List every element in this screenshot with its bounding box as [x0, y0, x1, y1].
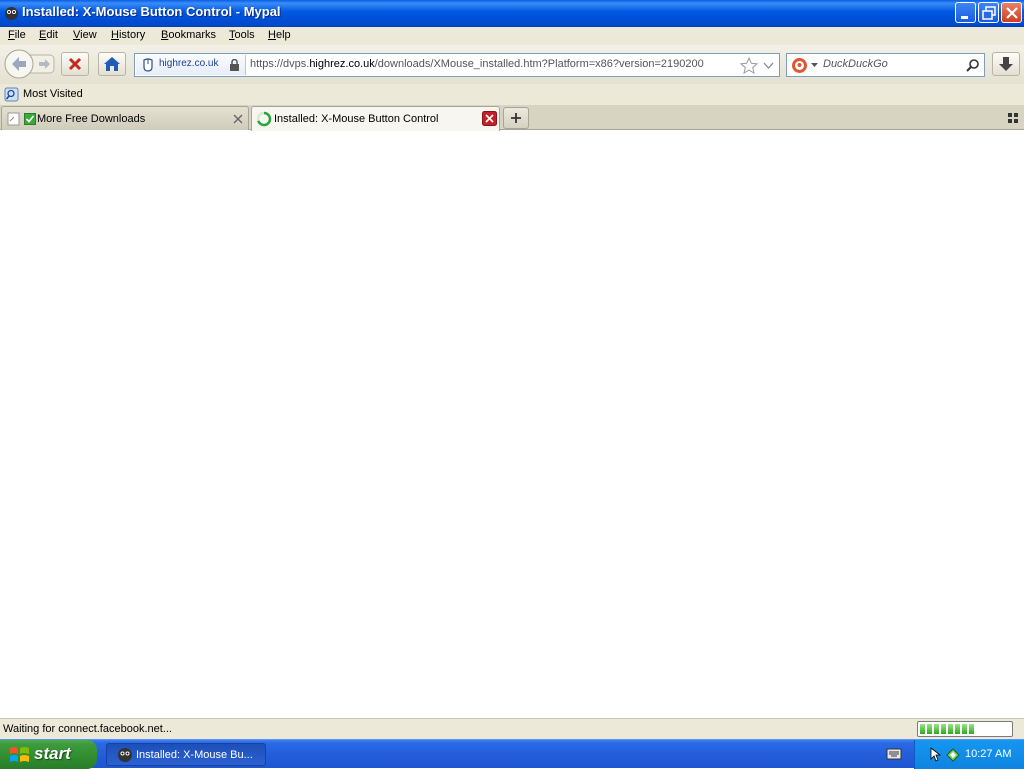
taskbar-item-mypal[interactable]: Installed: X-Mouse Bu... — [106, 743, 266, 766]
new-tab-button[interactable] — [503, 107, 529, 129]
progress-segment — [962, 724, 967, 734]
search-bar[interactable]: DuckDuckGo — [786, 53, 985, 77]
back-forward-group — [4, 49, 56, 79]
clock: 10:27 AM — [965, 748, 1012, 760]
site-identity-button[interactable]: highrez.co.uk — [136, 55, 246, 75]
progress-segment — [920, 724, 925, 734]
most-visited-icon — [4, 87, 19, 102]
menu-history[interactable]: History — [111, 29, 145, 41]
restore-button[interactable] — [978, 2, 999, 23]
forward-icon[interactable] — [38, 58, 52, 70]
tab-label: Installed: X-Mouse Button Control — [274, 113, 439, 125]
download-arrow-icon — [999, 57, 1013, 71]
bookmarks-toolbar: Most Visited — [0, 84, 1024, 105]
back-icon[interactable] — [9, 55, 29, 73]
taskbar: start Installed: X-Mouse Bu... 10:27 AM — [0, 739, 1024, 769]
windows-logo-icon — [10, 747, 29, 762]
bookmark-star-icon[interactable] — [740, 57, 758, 74]
mypal-app-icon — [118, 748, 132, 762]
url-dropdown-icon[interactable] — [763, 62, 774, 70]
menu-view[interactable]: View — [73, 29, 97, 41]
tab-close-icon[interactable] — [233, 114, 243, 124]
search-placeholder: DuckDuckGo — [823, 58, 888, 70]
network-tray-icon[interactable] — [945, 746, 961, 762]
url-bar[interactable]: highrez.co.uk https://dvps.highrez.co.uk… — [134, 53, 780, 77]
duckduckgo-engine-icon[interactable] — [791, 57, 808, 74]
loading-spinner-icon — [256, 111, 272, 127]
navigation-toolbar: highrez.co.uk https://dvps.highrez.co.uk… — [0, 45, 1024, 84]
cursor-tray-icon[interactable] — [929, 747, 943, 762]
plus-icon — [511, 113, 521, 123]
taskbar-item-label: Installed: X-Mouse Bu... — [136, 749, 253, 761]
restore-icon — [982, 6, 996, 20]
window-title: Installed: X-Mouse Button Control - Mypa… — [22, 4, 281, 19]
menu-file[interactable]: File — [8, 29, 26, 41]
tab-installed-xmouse[interactable]: Installed: X-Mouse Button Control — [251, 106, 500, 131]
menu-help[interactable]: Help — [268, 29, 291, 41]
stop-icon — [68, 57, 82, 71]
progress-segment — [955, 724, 960, 734]
search-icon[interactable] — [965, 58, 980, 73]
tab-close-icon[interactable] — [482, 111, 497, 126]
menu-bookmarks[interactable]: Bookmarks — [161, 29, 216, 41]
start-label: start — [34, 744, 71, 763]
engine-dropdown-icon[interactable] — [811, 63, 818, 68]
minimize-icon — [961, 16, 968, 19]
stop-button[interactable] — [61, 52, 89, 76]
most-visited-label: Most Visited — [23, 88, 83, 100]
list-all-tabs-icon[interactable] — [1008, 113, 1019, 124]
progress-segment — [948, 724, 953, 734]
home-button[interactable] — [98, 52, 126, 76]
close-window-button[interactable] — [1001, 2, 1022, 23]
url-text[interactable]: https://dvps.highrez.co.uk/downloads/XMo… — [250, 58, 704, 70]
progress-segment — [934, 724, 939, 734]
menu-bar: File Edit View History Bookmarks Tools H… — [0, 27, 1024, 45]
status-text: Waiting for connect.facebook.net... — [3, 723, 172, 735]
loading-progress-bar — [917, 721, 1013, 737]
title-bar: Installed: X-Mouse Button Control - Mypa… — [0, 0, 1024, 27]
downloads-button[interactable] — [992, 52, 1020, 76]
menu-tools[interactable]: Tools — [229, 29, 255, 41]
tab-label: More Free Downloads — [37, 113, 146, 125]
site-favicon-icon — [143, 58, 153, 72]
progress-segment — [969, 724, 974, 734]
checkbox-checked-icon — [24, 113, 36, 125]
menu-edit[interactable]: Edit — [39, 29, 58, 41]
progress-segment — [927, 724, 932, 734]
tab-more-free-downloads[interactable]: More Free Downloads — [1, 106, 249, 130]
start-button[interactable]: start — [0, 740, 97, 769]
close-icon — [1006, 7, 1018, 19]
status-bar: Waiting for connect.facebook.net... — [0, 718, 1024, 739]
page-favicon-icon — [7, 112, 20, 126]
home-icon — [104, 57, 120, 71]
keyboard-language-icon[interactable] — [886, 747, 902, 761]
page-content — [0, 131, 1024, 718]
mypal-app-icon — [5, 7, 18, 20]
identity-host: highrez.co.uk — [159, 58, 219, 69]
minimize-button[interactable] — [955, 2, 976, 23]
lock-icon — [230, 59, 239, 71]
progress-segment — [941, 724, 946, 734]
system-tray: 10:27 AM — [914, 740, 1024, 769]
